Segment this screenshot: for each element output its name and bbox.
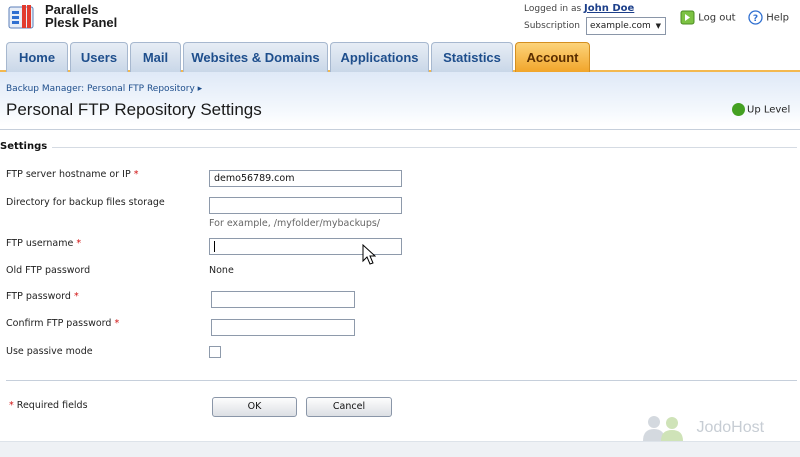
password-input[interactable] [211,291,355,308]
footer-bar [0,441,800,457]
old-password-value: None [209,265,234,276]
directory-hint: For example, /myfolder/mybackups/ [209,218,381,229]
divider [0,129,800,130]
passive-mode-checkbox[interactable] [209,346,221,358]
hostname-input[interactable]: demo56789.com [209,170,402,187]
tab-websites-domains[interactable]: Websites & Domains [183,42,328,72]
chevron-down-icon: ▼ [655,22,661,30]
tab-statistics[interactable]: Statistics [431,42,513,72]
cancel-button[interactable]: Cancel [306,397,392,417]
directory-input[interactable] [209,197,402,214]
breadcrumb[interactable]: Backup Manager: Personal FTP Repository … [6,84,202,94]
password-label: FTP password * [6,291,79,302]
brand-name: Parallels Plesk Panel [45,2,118,30]
svg-text:?: ? [753,14,758,24]
confirm-password-input[interactable] [211,319,355,336]
page-title: Personal FTP Repository Settings [6,100,262,119]
directory-label: Directory for backup files storage [6,197,165,208]
users-watermark-icon [643,416,683,441]
section-divider [52,147,797,148]
logout-icon [680,10,695,25]
ok-button[interactable]: OK [212,397,297,417]
tab-mail[interactable]: Mail [130,42,181,72]
required-note: * Required fields [9,400,88,411]
form-divider [6,380,797,381]
tab-applications[interactable]: Applications [330,42,429,72]
jodohost-watermark: JodoHost [640,414,764,442]
top-header: Parallels Plesk Panel Logged in as John … [0,0,800,42]
up-arrow-icon [732,103,745,116]
logout-button[interactable]: Log out [680,10,736,25]
help-icon: ? [748,10,763,25]
tab-home[interactable]: Home [6,42,68,72]
subscription-label: Subscription [524,21,580,31]
passive-mode-label: Use passive mode [6,346,93,357]
logged-in-label: Logged in as [524,4,582,14]
main-tabs: Home Users Mail Websites & Domains Appli… [0,42,800,72]
tab-users[interactable]: Users [70,42,128,72]
up-level-button[interactable]: Up Level [732,103,790,116]
text-caret [214,241,215,252]
tab-account[interactable]: Account [515,42,590,72]
hostname-label: FTP server hostname or IP * [6,169,139,180]
plesk-logo-icon [8,5,34,29]
subscription-select[interactable]: example.com ▼ [586,17,666,35]
username-label: FTP username * [6,238,82,249]
help-button[interactable]: ? Help [748,10,789,25]
user-name-link[interactable]: John Doe [584,3,634,14]
login-info: Logged in as John Doe [524,3,634,14]
old-password-label: Old FTP password [6,265,91,276]
section-title: Settings [0,141,48,152]
confirm-password-label: Confirm FTP password * [6,318,120,329]
mouse-pointer-icon [362,244,376,265]
